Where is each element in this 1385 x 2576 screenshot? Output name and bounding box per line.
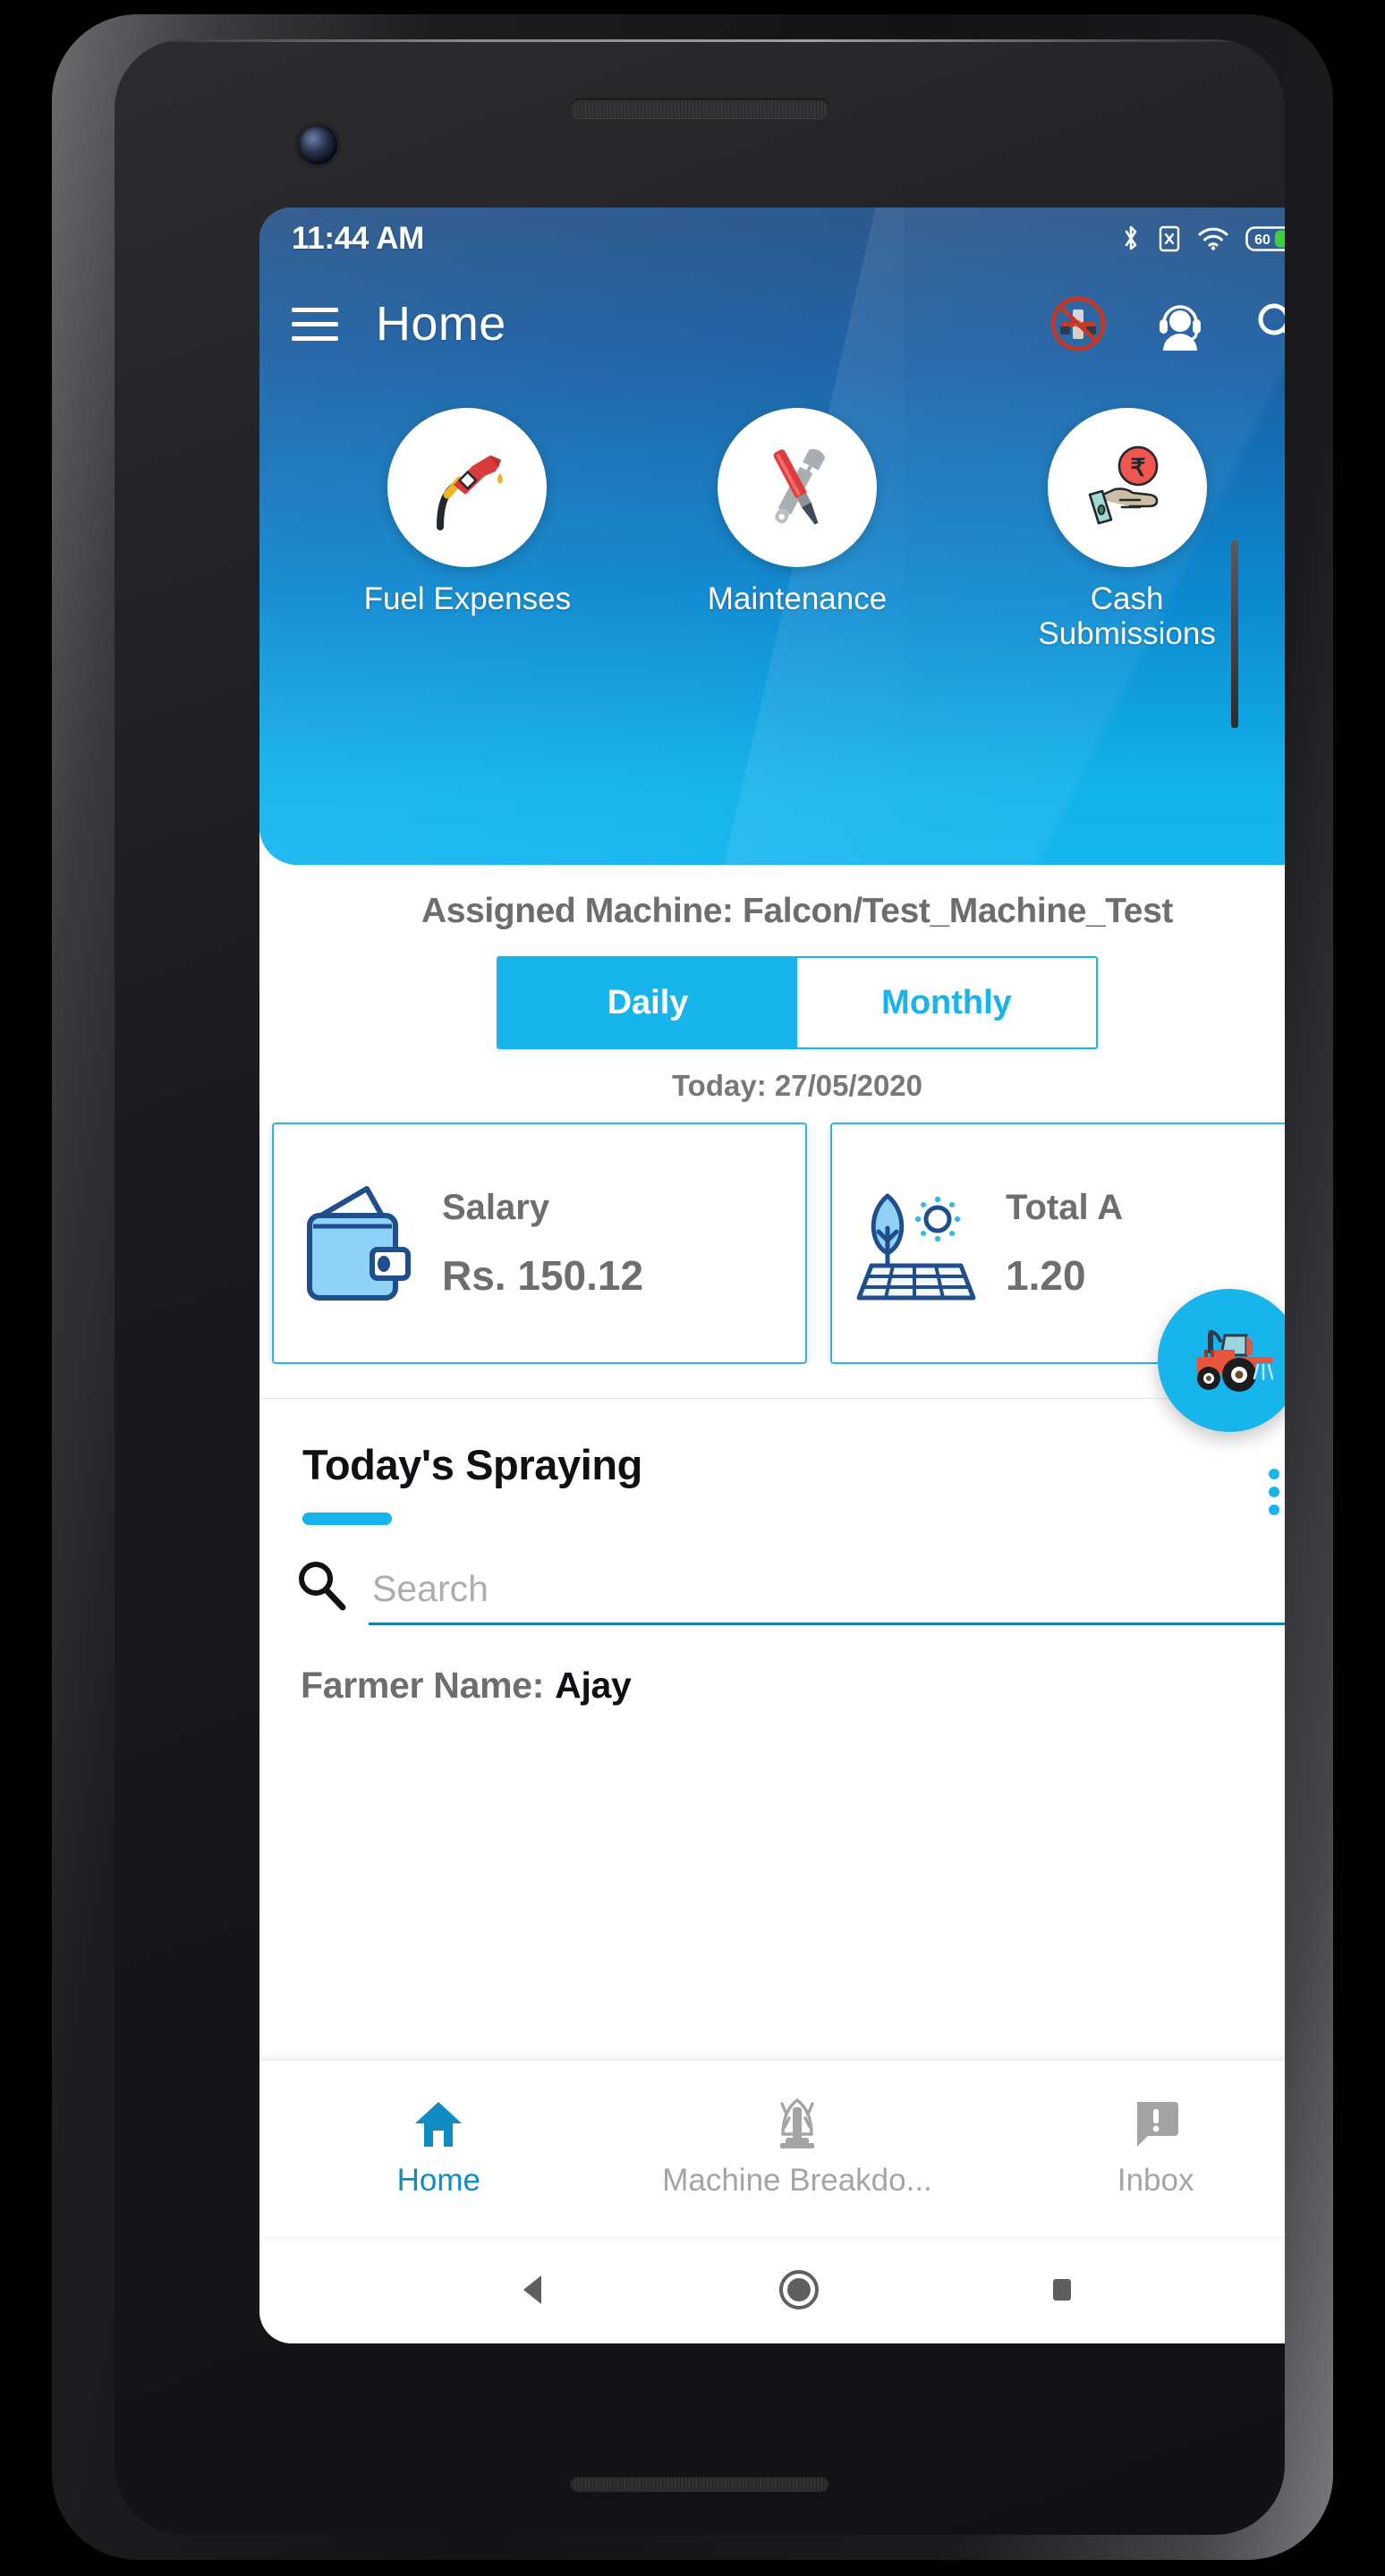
- more-vertical-icon[interactable]: [1269, 1469, 1279, 1515]
- nav-item-inbox[interactable]: Inbox: [976, 2098, 1285, 2199]
- page-title: Home: [376, 297, 506, 351]
- svg-text:₹: ₹: [1130, 454, 1145, 481]
- list-item[interactable]: Farmer Name: Ajay: [259, 1625, 1285, 1707]
- back-triangle-icon[interactable]: [513, 2268, 556, 2311]
- quick-action-label: Fuel Expenses: [363, 581, 572, 616]
- bottom-navigation: Home Machine Breakdo... Inbox: [259, 2061, 1285, 2236]
- quick-actions-row: Fuel Expenses Maintenance ₹ Cash Submiss…: [259, 377, 1285, 651]
- assigned-machine-label: Assigned Machine: Falcon/Test_Machine_Te…: [421, 892, 1173, 930]
- status-icons: 60: [1121, 224, 1285, 254]
- section-accent-bar: [302, 1513, 392, 1525]
- bezel-highlight: [115, 39, 1285, 42]
- earpiece-speaker: [570, 98, 829, 118]
- tools-wrench-screwdriver-icon: [773, 449, 826, 525]
- recents-square-icon[interactable]: [1042, 2270, 1082, 2309]
- tree-solar-panel-icon: [856, 1193, 976, 1301]
- status-bar: 11:44 AM 60: [259, 208, 1285, 270]
- section-title-todays-spraying: Today's Spraying: [302, 1441, 642, 1488]
- fuel-pump-icon: [437, 455, 504, 530]
- search-icon-wrap: [293, 1557, 349, 1625]
- battery-icon: 60: [1245, 226, 1285, 251]
- home-circle-icon[interactable]: [776, 2267, 822, 2313]
- header-card: 11:44 AM 60 Home Fuel Expenses Maintenan…: [259, 208, 1285, 865]
- nav-label: Machine Breakdo...: [662, 2163, 932, 2198]
- quick-action-fuel-expenses[interactable]: Fuel Expenses: [355, 408, 579, 651]
- quick-action-label: Maintenance: [707, 581, 888, 616]
- search-icon[interactable]: [293, 1557, 349, 1613]
- stat-value: Rs. 150.12: [442, 1251, 644, 1299]
- cash-icon-circle: ₹: [1047, 408, 1207, 567]
- search-row: [259, 1525, 1285, 1625]
- stat-text-total-area: Total A 1.20: [1006, 1188, 1123, 1300]
- support-headset-icon[interactable]: [1152, 296, 1208, 352]
- machine-icon: [780, 2098, 814, 2148]
- front-camera-icon: [298, 125, 337, 165]
- today-date-label: Today: 27/05/2020: [671, 1069, 923, 1102]
- app-bar: Home: [259, 270, 1285, 377]
- status-time: 11:44 AM: [292, 221, 425, 256]
- sim-card-off-icon: [1159, 225, 1180, 252]
- wallet-icon-wrap: [297, 1176, 419, 1310]
- bottom-speaker: [570, 2476, 829, 2492]
- stat-text-salary: Salary Rs. 150.12: [442, 1188, 643, 1300]
- quick-action-label: Cash Submissions: [1038, 581, 1216, 652]
- wallet-icon: [307, 1186, 411, 1301]
- stat-title: Total A: [1006, 1187, 1124, 1227]
- nav-item-home[interactable]: Home: [259, 2098, 618, 2199]
- home-icon: [415, 2102, 463, 2147]
- screenshot-stage: 11:44 AM 60 Home Fuel Expenses Maintenan…: [0, 0, 1385, 2576]
- tools-icon-circle: [717, 408, 877, 567]
- list-item-label: Farmer Name:: [301, 1665, 545, 1706]
- phone-screen: 11:44 AM 60 Home Fuel Expenses Maintenan…: [259, 208, 1285, 2343]
- app-bar-actions: [1049, 294, 1285, 353]
- tab-monthly[interactable]: Monthly: [797, 958, 1096, 1047]
- fuel-pump-icon-circle: [387, 408, 548, 567]
- android-navigation-bar: [259, 2236, 1285, 2343]
- stats-row: Salary Rs. 150.12 Total A 1.20: [259, 1103, 1285, 1364]
- search-icon[interactable]: [1253, 298, 1285, 350]
- quick-action-cash-submissions[interactable]: ₹ Cash Submissions: [1015, 408, 1239, 651]
- tractor-sprayer-icon: [1197, 1330, 1274, 1392]
- no-drone-icon[interactable]: [1049, 294, 1108, 353]
- message-alert-icon: [1136, 2102, 1178, 2147]
- nav-item-machine-breakdown[interactable]: Machine Breakdo...: [618, 2098, 977, 2199]
- tree-solar-icon-wrap: [855, 1176, 982, 1310]
- nav-label: Inbox: [1117, 2163, 1194, 2198]
- hamburger-menu-icon[interactable]: [286, 295, 344, 352]
- wifi-icon: [1198, 227, 1228, 250]
- stat-card-salary[interactable]: Salary Rs. 150.12: [272, 1123, 807, 1364]
- main-content: Assigned Machine: Falcon/Test_Machine_Te…: [259, 865, 1285, 2061]
- nav-label: Home: [396, 2163, 481, 2198]
- search-input[interactable]: [369, 1568, 1285, 1625]
- stat-value: 1.20: [1006, 1251, 1086, 1299]
- period-toggle: Daily Monthly: [497, 956, 1098, 1049]
- svg-text:60: 60: [1254, 233, 1270, 248]
- bluetooth-icon: [1125, 225, 1137, 250]
- hand-rupee-coin-icon: ₹: [1088, 445, 1158, 525]
- list-item-value: Ajay: [555, 1665, 632, 1706]
- tab-daily[interactable]: Daily: [498, 958, 797, 1047]
- phone-frame-inner: 11:44 AM 60 Home Fuel Expenses Maintenan…: [115, 39, 1285, 2535]
- phone-frame-outer: 11:44 AM 60 Home Fuel Expenses Maintenan…: [52, 14, 1333, 2560]
- quick-action-maintenance[interactable]: Maintenance: [685, 408, 909, 651]
- stat-title: Salary: [442, 1187, 550, 1227]
